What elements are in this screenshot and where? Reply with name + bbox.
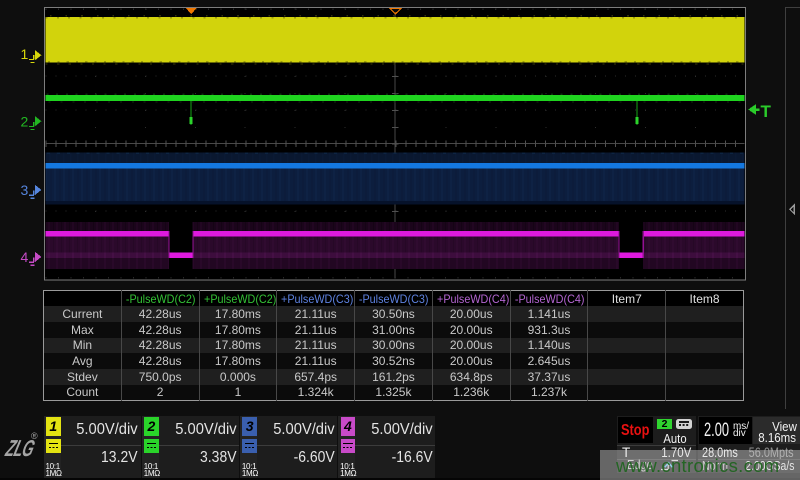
- svg-text:4: 4: [21, 249, 29, 265]
- svg-text:3: 3: [21, 182, 29, 198]
- svg-text:1: 1: [21, 46, 29, 62]
- svg-text:T: T: [761, 102, 772, 121]
- svg-text:2: 2: [21, 113, 29, 129]
